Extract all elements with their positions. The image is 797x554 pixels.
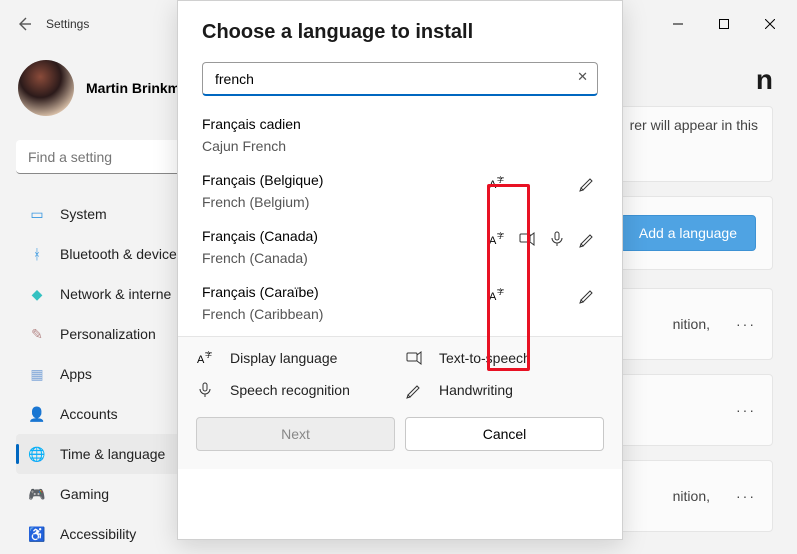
language-option[interactable]: Français (Canada) French (Canada) A字 xyxy=(178,224,622,280)
svg-text:A: A xyxy=(489,235,497,247)
hand-icon xyxy=(578,174,598,192)
language-option[interactable]: Français (Caraïbe) French (Caribbean) A字 xyxy=(178,280,622,336)
svg-text:A: A xyxy=(489,179,497,191)
display-icon: A字 xyxy=(488,286,508,304)
brush-icon: ✎ xyxy=(28,325,46,343)
nav-label: Apps xyxy=(60,366,92,382)
apps-icon: ▦ xyxy=(28,365,46,383)
speech-icon xyxy=(548,230,568,248)
feature-text: nition, xyxy=(673,316,710,332)
globe-clock-icon: 🌐 xyxy=(28,445,46,463)
language-feature-icons: A字 xyxy=(323,284,598,304)
nav-label: System xyxy=(60,206,107,222)
titlebar-title: Settings xyxy=(46,17,89,31)
language-option[interactable]: Français (Belgique) French (Belgium) A字 xyxy=(178,168,622,224)
text-to-speech-icon xyxy=(405,349,425,367)
nav-label: Personalization xyxy=(60,326,156,342)
tts-icon xyxy=(518,230,538,248)
language-native-name: Français (Caraïbe) xyxy=(202,284,323,300)
svg-text:字: 字 xyxy=(205,350,212,359)
bluetooth-icon: ᚼ xyxy=(28,245,46,263)
dialog-title: Choose a language to install xyxy=(202,21,598,44)
legend-label: Speech recognition xyxy=(230,382,350,398)
language-feature-icons: A字 xyxy=(323,172,598,192)
speech-recognition-icon xyxy=(196,381,216,399)
wifi-icon: ◆ xyxy=(28,285,46,303)
svg-text:A: A xyxy=(489,291,497,303)
svg-text:字: 字 xyxy=(497,175,504,184)
accessibility-icon: ♿ xyxy=(28,525,46,543)
more-icon[interactable]: ··· xyxy=(736,488,756,504)
profile-name: Martin Brinkm xyxy=(86,80,180,96)
next-button[interactable]: Next xyxy=(196,417,395,451)
language-english-name: French (Belgium) xyxy=(202,194,323,210)
minimize-button[interactable] xyxy=(655,8,701,40)
feature-text: nition, xyxy=(673,488,710,504)
nav-label: Accessibility xyxy=(60,526,136,542)
more-icon[interactable]: ··· xyxy=(736,316,756,332)
legend-display-language: A字 Display language xyxy=(196,349,395,367)
language-feature-icons: A字 xyxy=(318,228,598,248)
language-option[interactable]: Français cadien Cajun FrenchA字 xyxy=(178,112,622,168)
nav-label: Accounts xyxy=(60,406,118,422)
gamepad-icon: 🎮 xyxy=(28,485,46,503)
legend-speech: Speech recognition xyxy=(196,381,395,399)
svg-text:A: A xyxy=(197,354,205,366)
page-title: n xyxy=(756,64,773,96)
display-icon: ▭ xyxy=(28,205,46,223)
add-language-button[interactable]: Add a language xyxy=(620,215,756,251)
display-language-icon: A字 xyxy=(196,349,216,367)
svg-text:字: 字 xyxy=(497,287,504,296)
language-english-name: French (Canada) xyxy=(202,250,318,266)
hand-icon xyxy=(578,286,598,304)
maximize-button[interactable] xyxy=(701,8,747,40)
nav-label: Bluetooth & device xyxy=(60,246,177,262)
avatar xyxy=(18,60,74,116)
window-controls xyxy=(655,8,793,40)
display-icon: A字 xyxy=(488,174,508,192)
nav-label: Gaming xyxy=(60,486,109,502)
language-search-input[interactable] xyxy=(202,62,598,96)
arrow-left-icon xyxy=(16,16,32,32)
handwriting-icon xyxy=(405,381,425,399)
cancel-button[interactable]: Cancel xyxy=(405,417,604,451)
language-list[interactable]: Français cadienCajun FrenchA字Français (B… xyxy=(178,112,622,336)
more-icon[interactable]: ··· xyxy=(736,402,756,418)
legend-label: Handwriting xyxy=(439,382,513,398)
legend-label: Text-to-speech xyxy=(439,350,531,366)
dialog-buttons: Next Cancel xyxy=(178,407,622,469)
svg-text:字: 字 xyxy=(497,231,504,240)
language-feature-icons: A字 xyxy=(301,116,598,136)
feature-legend: A字 Display language Text-to-speech Speech… xyxy=(178,336,622,407)
language-native-name: Français (Canada) xyxy=(202,228,318,244)
language-install-dialog: Choose a language to install ✕ Français … xyxy=(177,0,623,540)
language-native-name: Français cadien xyxy=(202,116,301,132)
legend-handwriting: Handwriting xyxy=(405,381,604,399)
display-icon: A字 xyxy=(488,230,508,248)
back-button[interactable] xyxy=(4,4,44,44)
language-native-name: Français (Belgique) xyxy=(202,172,323,188)
legend-tts: Text-to-speech xyxy=(405,349,604,367)
language-english-name: French (Caribbean) xyxy=(202,306,323,322)
clear-search-button[interactable]: ✕ xyxy=(577,69,588,85)
close-button[interactable] xyxy=(747,8,793,40)
person-icon: 👤 xyxy=(28,405,46,423)
nav-label: Network & interne xyxy=(60,286,171,302)
language-english-name: Cajun French xyxy=(202,138,301,154)
hand-icon xyxy=(578,230,598,248)
legend-label: Display language xyxy=(230,350,337,366)
nav-label: Time & language xyxy=(60,446,165,462)
